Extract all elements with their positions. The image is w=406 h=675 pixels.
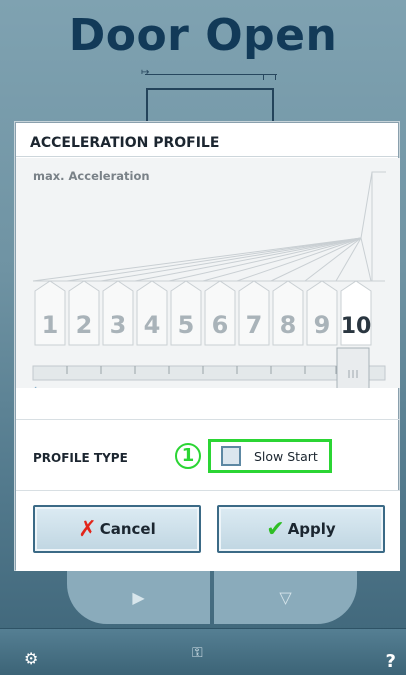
slider-handle[interactable] [336, 347, 370, 388]
acceleration-graph: max. Acceleration 1 2 3 4 5 6 7 8 9 10 [16, 158, 400, 388]
dialog-actions: ✗ Cancel ✔ Apply [16, 491, 400, 571]
profile-tab-5[interactable]: 5 [170, 280, 202, 346]
arrow-left-icon: ⟵ [33, 382, 50, 388]
profile-tab-4[interactable]: 4 [136, 280, 168, 346]
profile-tab-label: 6 [212, 311, 229, 339]
play-button[interactable]: ▶ [67, 570, 210, 624]
key-icon[interactable]: ⚿ [192, 645, 203, 661]
profile-tab-label: 4 [144, 311, 161, 339]
close-door-button[interactable]: ▽ [214, 570, 357, 624]
checkmark-icon: ✔ [266, 516, 285, 542]
gear-icon[interactable]: ⚙ [24, 649, 38, 668]
profile-tab-3[interactable]: 3 [102, 280, 134, 346]
profile-tab-label: 3 [110, 311, 127, 339]
profile-tab-label: 1 [42, 311, 59, 339]
close-icon: ✗ [78, 516, 97, 542]
profile-tab-1[interactable]: 1 [34, 280, 66, 346]
door-travel-indicator: ↦ [141, 67, 277, 80]
profile-tab-label: 10 [341, 314, 372, 339]
profile-tab-label: 2 [76, 311, 93, 339]
down-arrow-icon: ▽ [279, 587, 292, 607]
cancel-button[interactable]: ✗ Cancel [33, 505, 201, 553]
apply-label: Apply [287, 520, 336, 538]
door-controls: ▶ ▽ [67, 570, 357, 624]
track-tick [275, 74, 276, 80]
slow-start-label: Slow Start [254, 448, 318, 464]
page-title: Door Open [68, 10, 338, 61]
track-tick [263, 74, 264, 80]
apply-button[interactable]: ✔ Apply [217, 505, 385, 553]
profile-type-label: PROFILE TYPE [33, 451, 128, 465]
help-button[interactable]: ? [386, 651, 396, 672]
annotation-marker: 1 [175, 443, 201, 469]
acceleration-curves: 123456789 10 ⟵ [32, 171, 386, 388]
slow-start-option[interactable]: Slow Start [208, 439, 332, 473]
dialog-title: ACCELERATION PROFILE [16, 123, 398, 157]
cancel-label: Cancel [99, 520, 156, 538]
profile-tab-6[interactable]: 6 [204, 280, 236, 346]
acceleration-profile-dialog: ACCELERATION PROFILE max. Acceleration 1… [15, 122, 400, 571]
profile-tab-10[interactable]: 10 [340, 280, 372, 346]
profile-tab-label: 5 [178, 311, 195, 339]
profile-tab-label: 7 [246, 311, 263, 339]
footer-bar: ⚙ ⚿ ? [0, 628, 406, 675]
profile-tab-label: 9 [314, 311, 331, 339]
profile-type-row: PROFILE TYPE 1 Slow Start [16, 419, 400, 491]
profile-tab-9[interactable]: 9 [306, 280, 338, 346]
profile-tab-7[interactable]: 7 [238, 280, 270, 346]
play-icon: ▶ [132, 587, 145, 607]
profile-tab-label: 8 [280, 311, 297, 339]
profile-tab-8[interactable]: 8 [272, 280, 304, 346]
profile-tab-2[interactable]: 2 [68, 280, 100, 346]
slow-start-checkbox[interactable] [221, 446, 241, 466]
arrow-right-icon: ↦ [141, 67, 150, 78]
